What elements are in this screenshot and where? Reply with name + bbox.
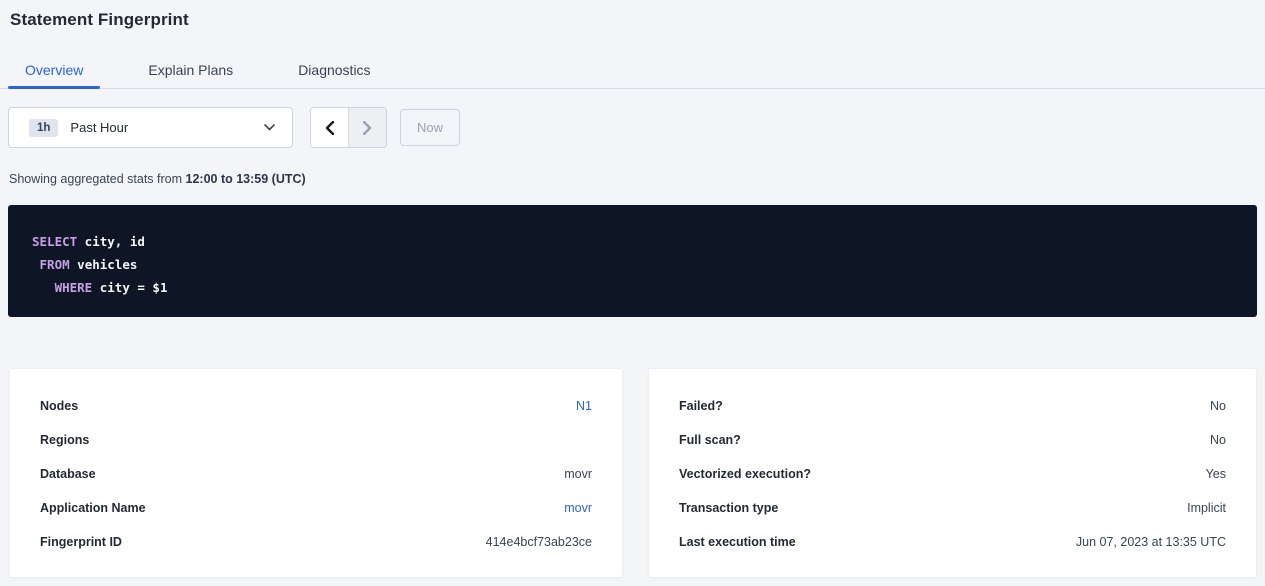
row-fingerprint-id: Fingerprint ID 414e4bcf73ab23ce	[40, 525, 592, 559]
transaction-type-value: Implicit	[1187, 501, 1226, 515]
page-title: Statement Fingerprint	[10, 10, 189, 30]
interval-label: Past Hour	[70, 120, 264, 135]
last-execution-time-value: Jun 07, 2023 at 13:35 UTC	[1076, 535, 1226, 549]
previous-interval-button[interactable]	[311, 108, 348, 147]
sql-statement-box: SELECT city, id FROM vehicles WHERE city…	[8, 205, 1257, 317]
time-interval-select[interactable]: 1h Past Hour	[8, 107, 293, 148]
summary-prefix: Showing aggregated stats from	[9, 172, 182, 186]
chevron-down-icon	[264, 124, 275, 131]
row-transaction-type: Transaction type Implicit	[679, 491, 1226, 525]
tab-bar: Overview Explain Plans Diagnostics	[0, 52, 1265, 89]
sql-line: SELECT city, id	[32, 230, 1233, 253]
time-toolbar: 1h Past Hour Now	[8, 107, 460, 148]
fingerprint-id-value: 414e4bcf73ab23ce	[486, 535, 592, 549]
nodes-value-link[interactable]: N1	[576, 399, 592, 413]
time-step-buttons	[310, 107, 387, 148]
database-value: movr	[564, 467, 592, 481]
next-interval-button[interactable]	[348, 108, 386, 147]
now-button[interactable]: Now	[400, 109, 460, 146]
failed-value: No	[1210, 399, 1226, 413]
row-application-name: Application Name movr	[40, 491, 592, 525]
vectorized-execution-value: Yes	[1206, 467, 1226, 481]
tab-overview[interactable]: Overview	[8, 52, 100, 88]
full-scan-value: No	[1210, 433, 1226, 447]
statement-fingerprint-page: Statement Fingerprint Overview Explain Pl…	[0, 0, 1265, 586]
statement-details-card: Nodes N1 Regions Database movr Applicati…	[9, 368, 623, 578]
chevron-left-icon	[325, 121, 334, 135]
row-vectorized-execution: Vectorized execution? Yes	[679, 457, 1226, 491]
interval-badge: 1h	[29, 119, 58, 137]
execution-attributes-card: Failed? No Full scan? No Vectorized exec…	[648, 368, 1257, 578]
tab-explain-plans[interactable]: Explain Plans	[131, 52, 250, 88]
tab-diagnostics[interactable]: Diagnostics	[281, 52, 387, 88]
aggregated-stats-summary: Showing aggregated stats from 12:00 to 1…	[9, 172, 306, 186]
sql-line: FROM vehicles	[32, 253, 1233, 276]
application-name-value-link[interactable]: movr	[564, 501, 592, 515]
row-database: Database movr	[40, 457, 592, 491]
summary-time-range: 12:00 to 13:59 (UTC)	[186, 172, 306, 186]
sql-line: WHERE city = $1	[32, 276, 1233, 299]
chevron-right-icon	[363, 121, 372, 135]
row-nodes: Nodes N1	[40, 389, 592, 423]
row-regions: Regions	[40, 423, 592, 457]
row-full-scan: Full scan? No	[679, 423, 1226, 457]
row-failed: Failed? No	[679, 389, 1226, 423]
row-last-execution-time: Last execution time Jun 07, 2023 at 13:3…	[679, 525, 1226, 559]
